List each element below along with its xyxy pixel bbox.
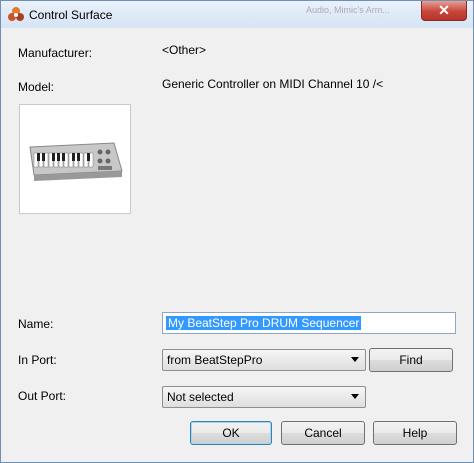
out-port-selected: Not selected [167, 390, 234, 404]
manufacturer-label: Manufacturer: [18, 46, 93, 60]
in-port-selected: from BeatStepPro [167, 353, 263, 367]
name-label: Name: [18, 317, 54, 331]
name-field-value: My BeatStep Pro DRUM Sequencer [166, 316, 362, 330]
name-field[interactable]: My BeatStep Pro DRUM Sequencer [162, 312, 456, 334]
manufacturer-value: <Other> [162, 43, 207, 57]
cancel-button[interactable]: Cancel [281, 421, 365, 445]
midi-keyboard-image [29, 142, 123, 181]
controller-image-box [19, 104, 131, 214]
help-button[interactable]: Help [373, 421, 457, 445]
close-button[interactable]: ✕ [421, 1, 467, 21]
chevron-down-icon [351, 394, 359, 399]
window-title: Control Surface [29, 8, 113, 22]
chevron-down-icon [351, 357, 359, 362]
ok-button[interactable]: OK [190, 421, 272, 445]
close-icon: ✕ [438, 2, 450, 18]
title-bar[interactable]: Control Surface Audio, Mimic's Arm... ✕ [1, 1, 473, 28]
find-button[interactable]: Find [369, 348, 453, 372]
control-surface-dialog: Control Surface Audio, Mimic's Arm... ✕ … [0, 0, 474, 463]
model-label: Model: [18, 80, 55, 94]
model-value: Generic Controller on MIDI Channel 10 /< [162, 77, 384, 91]
background-window-title: Audio, Mimic's Arm... [306, 5, 390, 15]
out-port-label: Out Port: [18, 389, 67, 403]
in-port-select[interactable]: from BeatStepPro [162, 349, 366, 371]
out-port-select[interactable]: Not selected [162, 386, 366, 408]
reason-app-icon [8, 7, 24, 21]
in-port-label: In Port: [18, 353, 57, 367]
